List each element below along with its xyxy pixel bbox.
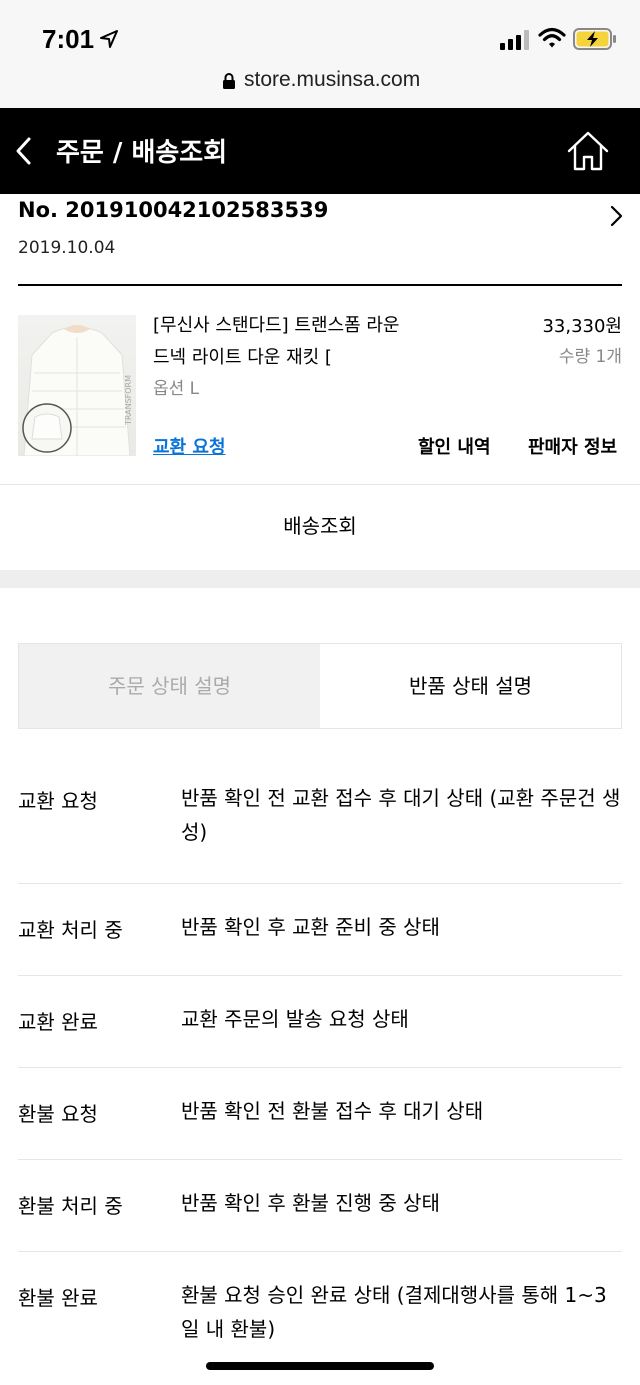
- delivery-tracking-button[interactable]: 배송조회: [0, 486, 640, 570]
- divider: [0, 484, 640, 485]
- status-row: 환불 완료 환불 요청 승인 완료 상태 (결제대행사를 통해 1~3일 내 환…: [18, 1252, 622, 1380]
- status-row: 환불 처리 중 반품 확인 후 환불 진행 중 상태: [18, 1160, 622, 1252]
- nav-header: 주문 / 배송조회: [0, 108, 640, 194]
- product-option: 옵션 L: [153, 379, 200, 399]
- status-row: 환불 요청 반품 확인 전 환불 접수 후 대기 상태: [18, 1068, 622, 1160]
- discount-history-button[interactable]: 할인 내역: [418, 433, 491, 459]
- status-row: 교환 요청 반품 확인 전 교환 접수 후 대기 상태 (교환 주문건 생성): [18, 760, 622, 884]
- return-status-list: 교환 요청 반품 확인 전 교환 접수 후 대기 상태 (교환 주문건 생성) …: [18, 760, 622, 1380]
- home-icon[interactable]: [566, 130, 610, 172]
- home-indicator: [206, 1362, 434, 1370]
- seller-info-button[interactable]: 판매자 정보: [528, 433, 617, 459]
- status-description: 환불 요청 승인 완료 상태 (결제대행사를 통해 1~3일 내 환불): [181, 1283, 607, 1341]
- divider: [18, 284, 622, 286]
- url-bar[interactable]: store.musinsa.com: [0, 64, 640, 98]
- product-image-label: TRANSFORM: [124, 375, 133, 426]
- lock-icon: [223, 73, 235, 89]
- chevron-right-icon[interactable]: [608, 204, 624, 228]
- status-description: 반품 확인 전 교환 접수 후 대기 상태 (교환 주문건 생성): [181, 786, 621, 844]
- status-label: 교환 처리 중: [18, 918, 123, 942]
- product-name[interactable]: [무신사 스탠다드] 트랜스폼 라운드넥 라이트 다운 재킷 [: [153, 310, 413, 374]
- tab-return-status[interactable]: 반품 상태 설명: [320, 644, 621, 728]
- product-image[interactable]: TRANSFORM: [18, 315, 136, 456]
- url-text: store.musinsa.com: [244, 68, 421, 91]
- back-arrow-icon[interactable]: [14, 136, 34, 166]
- product-quantity: 수량 1개: [558, 347, 622, 367]
- status-label: 환불 완료: [18, 1286, 98, 1310]
- order-date: 2019.10.04: [18, 238, 116, 258]
- status-description: 교환 주문의 발송 요청 상태: [181, 1007, 409, 1031]
- status-label: 환불 요청: [18, 1102, 98, 1126]
- status-description: 반품 확인 전 환불 접수 후 대기 상태: [181, 1099, 484, 1123]
- status-description: 반품 확인 후 교환 준비 중 상태: [181, 915, 440, 939]
- status-tabs: 주문 상태 설명 반품 상태 설명: [18, 643, 622, 729]
- page-title: 주문 / 배송조회: [56, 138, 228, 168]
- order-number[interactable]: No. 201910042102583539: [18, 198, 328, 222]
- status-row: 교환 처리 중 반품 확인 후 교환 준비 중 상태: [18, 884, 622, 976]
- status-label: 환불 처리 중: [18, 1194, 123, 1218]
- status-label: 교환 요청: [18, 789, 98, 813]
- tab-order-status[interactable]: 주문 상태 설명: [19, 644, 320, 728]
- status-label: 교환 완료: [18, 1010, 98, 1034]
- exchange-request-link[interactable]: 교환 요청: [153, 433, 226, 459]
- wifi-icon: [538, 27, 566, 48]
- cellular-signal-icon: [500, 30, 529, 50]
- status-row: 교환 완료 교환 주문의 발송 요청 상태: [18, 976, 622, 1068]
- status-time: 7:01: [42, 24, 95, 54]
- battery-charging-icon: [573, 28, 616, 50]
- status-bar: 7:01 store.musinsa.com: [0, 0, 640, 108]
- section-separator: [0, 570, 640, 588]
- product-price: 33,330원: [542, 316, 622, 337]
- location-arrow-icon: [100, 30, 118, 48]
- status-description: 반품 확인 후 환불 진행 중 상태: [181, 1191, 440, 1215]
